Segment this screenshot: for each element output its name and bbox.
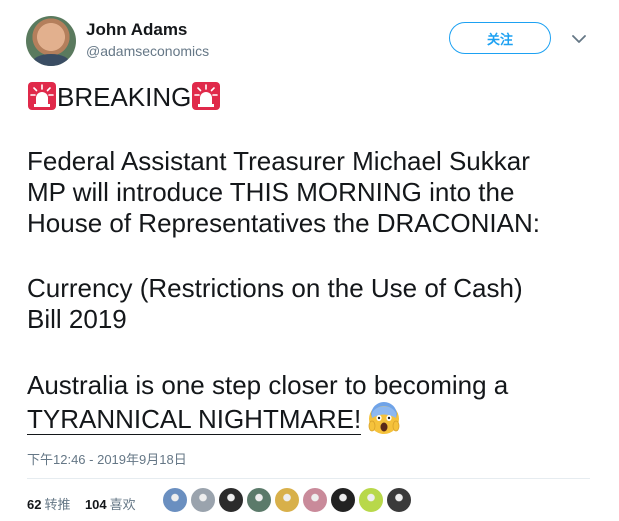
likes-count: 104 [84, 497, 107, 512]
liker-avatar[interactable] [246, 487, 272, 513]
likes-label: 喜欢 [109, 497, 136, 512]
screaming-face-icon [368, 402, 400, 434]
liker-avatar[interactable] [190, 487, 216, 513]
author-handle[interactable]: @adamseconomics [86, 43, 209, 59]
liker-avatar[interactable] [358, 487, 384, 513]
tweet-line: Bill 2019 [27, 304, 127, 334]
breaking-text: BREAKING [57, 82, 192, 112]
engagement-stats: 62 转推 104 喜欢 [27, 494, 136, 513]
divider [27, 478, 590, 479]
tweet-line: Federal Assistant Treasurer Michael Sukk… [27, 146, 530, 176]
siren-icon [28, 82, 56, 110]
retweets-label: 转推 [44, 497, 71, 512]
tweet-line: Currency (Restrictions on the Use of Cas… [27, 273, 523, 303]
likes-stat[interactable]: 104 喜欢 [85, 497, 136, 512]
retweets-count: 62 [27, 497, 42, 512]
tweet-last-line: TYRANNICAL NIGHTMARE! [27, 401, 401, 435]
liker-avatar[interactable] [386, 487, 412, 513]
chevron-down-icon[interactable] [572, 34, 586, 44]
author-name[interactable]: John Adams [86, 20, 187, 40]
liker-avatars [162, 487, 412, 513]
avatar[interactable] [26, 16, 76, 66]
liker-avatar[interactable] [162, 487, 188, 513]
siren-icon [192, 82, 221, 110]
tweet-timestamp[interactable]: 下午12:46 - 2019年9月18日 [27, 449, 187, 468]
tweet-line: Australia is one step closer to becoming… [27, 370, 509, 400]
liker-avatar[interactable] [274, 487, 300, 513]
liker-avatar[interactable] [330, 487, 356, 513]
breaking-line: BREAKING [27, 81, 221, 113]
liker-avatar[interactable] [302, 487, 328, 513]
tweet-line: House of Representatives the DRACONIAN: [27, 208, 540, 238]
liker-avatar[interactable] [218, 487, 244, 513]
tweet-line: MP will introduce THIS MORNING into the [27, 177, 515, 207]
tweet-last-text: TYRANNICAL NIGHTMARE! [27, 404, 362, 435]
retweets-stat[interactable]: 62 转推 [27, 497, 70, 512]
follow-button[interactable]: 关注 [449, 22, 551, 54]
